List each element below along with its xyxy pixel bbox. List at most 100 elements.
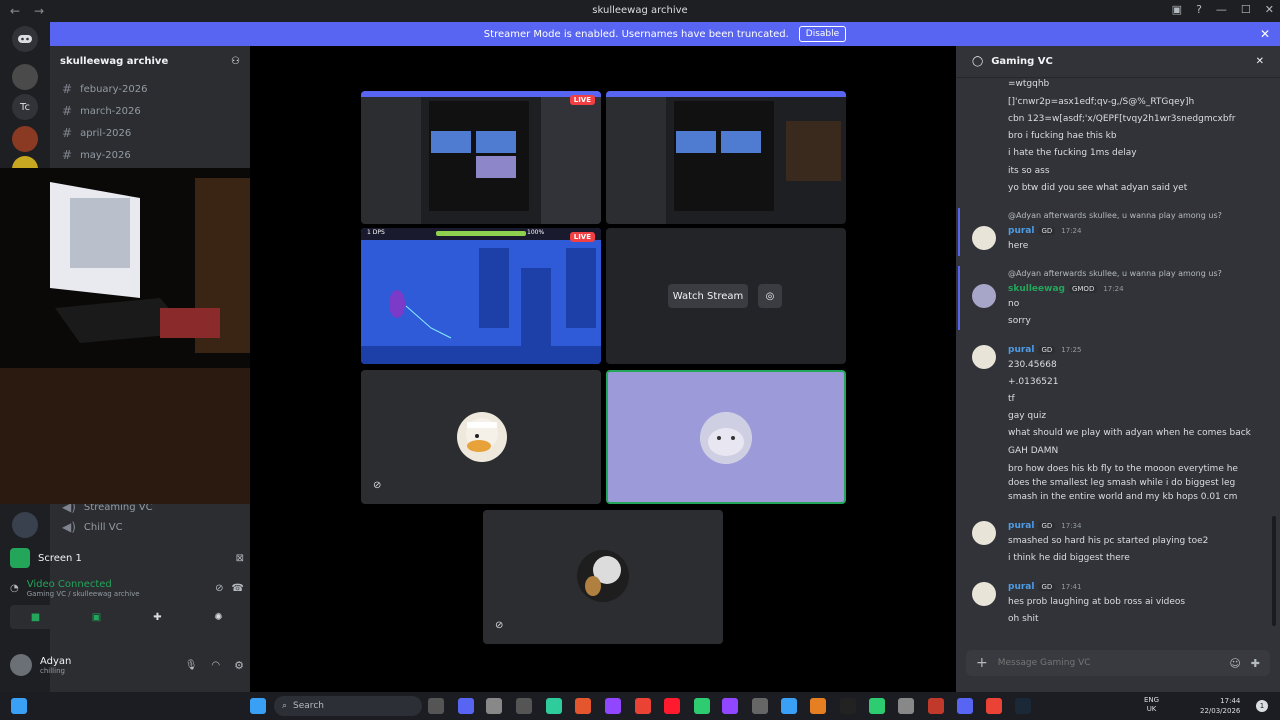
banner-close-icon[interactable]: ✕	[1260, 27, 1270, 41]
activities-button[interactable]: ✚	[132, 605, 183, 629]
headphones-icon[interactable]: ◠	[211, 660, 220, 671]
voice-location[interactable]: Gaming VC / skulleewag archive	[27, 590, 140, 598]
participant-tile[interactable]: ⊘	[361, 370, 601, 504]
settings-gear-icon[interactable]: ⚙	[234, 659, 244, 672]
app-icon[interactable]	[810, 698, 826, 714]
reply-preview[interactable]: @Adyan afterwards skullee, u wanna play …	[1008, 269, 1222, 278]
message-line: oh shit	[1008, 614, 1039, 624]
app-icon[interactable]	[781, 698, 797, 714]
inbox-icon[interactable]: ▣	[1172, 3, 1182, 16]
windows-logo-icon[interactable]	[250, 698, 266, 714]
server-icon-tc[interactable]: Tc	[12, 94, 38, 120]
channel-item[interactable]: # april-2026	[50, 122, 250, 144]
close-chat-icon[interactable]: ✕	[1256, 56, 1264, 67]
message-line: bro i fucking hae this kb	[1008, 131, 1117, 141]
app-icon[interactable]	[486, 698, 502, 714]
voice-channel-item[interactable]: ◀) Chill VC	[50, 516, 135, 538]
author-name: pural	[1008, 582, 1035, 592]
language-indicator[interactable]: ENG UK	[1144, 696, 1159, 714]
avatar[interactable]	[972, 226, 996, 250]
app-icon[interactable]	[898, 698, 914, 714]
server-header[interactable]: skulleewag archive ⚇	[50, 46, 250, 78]
avatar[interactable]	[10, 654, 32, 676]
message-input[interactable]	[997, 658, 1220, 668]
chrome-icon[interactable]	[635, 698, 651, 714]
channel-item[interactable]: # may-2026	[50, 144, 250, 166]
app-icon[interactable]	[575, 698, 591, 714]
chrome-icon[interactable]	[986, 698, 1002, 714]
notification-count[interactable]: 1	[1256, 700, 1268, 712]
stop-stream-icon[interactable]: ⊠	[236, 553, 244, 564]
message-author[interactable]: skulleewag GMOD 17:24	[1008, 284, 1124, 294]
participant-tile-speaking[interactable]	[606, 370, 846, 504]
chat-app-icon[interactable]	[458, 698, 474, 714]
maximize-icon[interactable]: ☐	[1241, 3, 1251, 16]
message-author[interactable]: pural GD 17:24	[1008, 226, 1081, 236]
stream-tile[interactable]	[606, 91, 846, 224]
avatar[interactable]	[972, 521, 996, 545]
app-icon[interactable]	[928, 698, 944, 714]
close-window-icon[interactable]: ✕	[1265, 3, 1274, 16]
emoji-icon[interactable]: ☺	[1229, 657, 1240, 670]
windows-start-icon[interactable]	[11, 698, 27, 714]
soundboard-button[interactable]: ✺	[193, 605, 244, 629]
add-attachment-icon[interactable]: +	[976, 655, 988, 671]
add-member-icon[interactable]: ⚇	[231, 56, 240, 68]
disable-button[interactable]: Disable	[798, 26, 847, 42]
watch-stream-tile[interactable]: Watch Stream ◎	[606, 228, 846, 364]
avatar[interactable]	[972, 582, 996, 606]
title-bar: ← → skulleewag archive ▣ ? — ☐ ✕	[0, 0, 1280, 22]
screen-share-button[interactable]: ▣	[71, 605, 122, 629]
task-view-icon[interactable]	[428, 698, 444, 714]
app-icon[interactable]	[752, 698, 768, 714]
participant-tile[interactable]: ⊘	[483, 510, 723, 644]
app-icon[interactable]	[516, 698, 532, 714]
message-author[interactable]: pural GD 17:41	[1008, 582, 1081, 592]
channel-item[interactable]: # febuary-2026	[50, 78, 250, 100]
server-icon[interactable]	[12, 64, 38, 90]
message-author[interactable]: pural GD 17:25	[1008, 345, 1081, 355]
message-author[interactable]: pural GD 17:34	[1008, 521, 1081, 531]
microphone-icon[interactable]: 🎙	[185, 660, 198, 671]
avatar[interactable]	[972, 345, 996, 369]
voice-status: Video Connected Gaming VC / skulleewag a…	[27, 579, 140, 598]
noise-suppression-icon[interactable]: ⊘	[215, 583, 223, 594]
minimize-icon[interactable]: —	[1216, 3, 1227, 16]
apps-icon[interactable]: ✚	[1251, 657, 1260, 670]
disconnect-icon[interactable]: ☎	[232, 583, 244, 594]
author-name: pural	[1008, 226, 1035, 236]
search-icon: ⌕	[282, 701, 288, 711]
opera-icon[interactable]	[664, 698, 680, 714]
reply-preview[interactable]: @Adyan afterwards skullee, u wanna play …	[1008, 211, 1222, 220]
twitch-icon[interactable]	[605, 698, 621, 714]
avatar[interactable]	[972, 284, 996, 308]
channel-item[interactable]: # march-2026	[50, 100, 250, 122]
app-icon[interactable]	[869, 698, 885, 714]
role-badge: GD	[1038, 522, 1056, 530]
discord-taskbar-icon[interactable]	[957, 698, 973, 714]
hide-stream-icon[interactable]: ◎	[758, 284, 782, 308]
server-icon[interactable]	[12, 126, 38, 152]
screen-share-row: Screen 1 ⊠	[10, 545, 244, 571]
help-icon[interactable]: ?	[1196, 3, 1202, 16]
app-icon[interactable]	[840, 698, 856, 714]
live-badge: LIVE	[569, 232, 595, 242]
app-icon[interactable]	[722, 698, 738, 714]
chat-scrollbar[interactable]	[1272, 516, 1276, 626]
app-icon[interactable]	[694, 698, 710, 714]
clock[interactable]: 17:44 22/03/2026	[1200, 696, 1240, 716]
screen-label: Screen 1	[38, 552, 82, 564]
app-icon[interactable]	[546, 698, 562, 714]
game-stream-tile[interactable]: 1 DPS 100% LIVE	[361, 228, 601, 364]
hash-icon: #	[62, 126, 73, 140]
taskbar-search[interactable]: ⌕ Search	[274, 696, 422, 716]
message-line: =wtgqhb	[1008, 79, 1050, 89]
steam-icon[interactable]	[1015, 698, 1031, 714]
timestamp: 17:41	[1061, 583, 1082, 591]
stream-tile[interactable]: LIVE	[361, 91, 601, 224]
user-info: Adyan chilling	[40, 656, 71, 675]
camera-button[interactable]: ■	[10, 605, 61, 629]
discord-home-icon[interactable]	[12, 26, 38, 52]
watch-stream-button[interactable]: Watch Stream	[668, 284, 748, 308]
server-icon[interactable]	[12, 512, 38, 538]
